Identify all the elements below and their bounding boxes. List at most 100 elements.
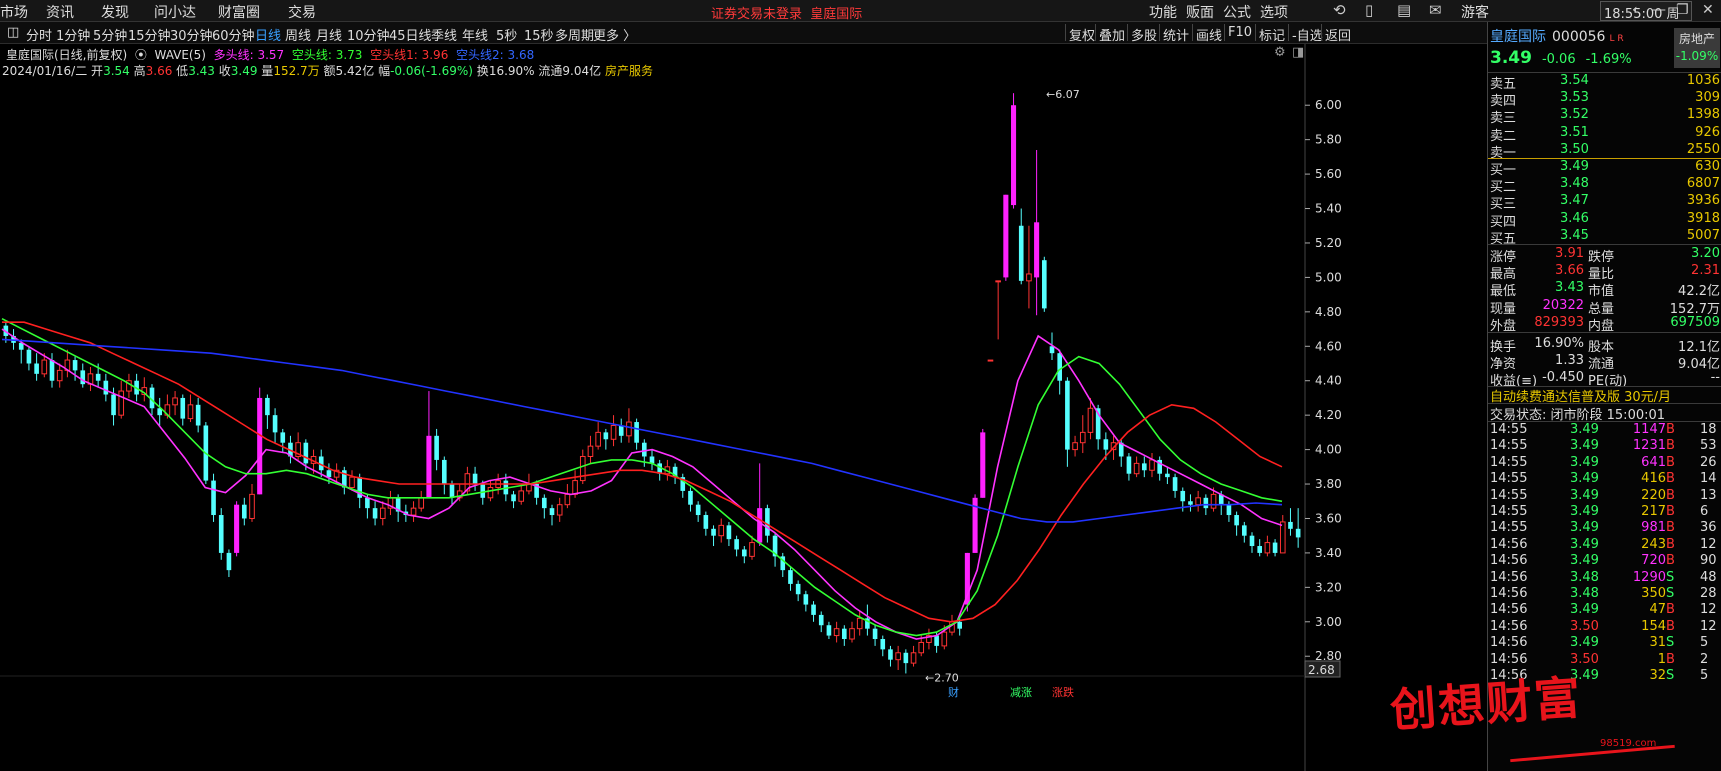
candle-body[interactable]	[272, 415, 278, 433]
candle-body[interactable]	[1133, 462, 1140, 475]
tick-row[interactable]: 14:56 3.48 350 S 28	[1488, 586, 1721, 603]
candle-body[interactable]	[1026, 273, 1032, 282]
kline-chart[interactable]: 6.00 5.80 5.60 5.40 5.20 5.00 4.80 4.60 4.40 4.20…	[0, 44, 1487, 771]
tool-button-4[interactable]: 画线	[1196, 25, 1222, 44]
period-tab-0[interactable]: 分时	[26, 25, 52, 44]
bid-row[interactable]: 买四 3.46 3918	[1488, 211, 1721, 230]
candle-body[interactable]	[888, 649, 893, 660]
candle-body[interactable]	[472, 473, 478, 485]
tick-row[interactable]: 14:55 3.49 1231 B 53	[1488, 438, 1721, 455]
period-tab-13[interactable]: 5秒	[496, 25, 517, 44]
menu-market[interactable]: 市场	[0, 2, 28, 22]
tick-row[interactable]: 14:55 3.49 217 B 6	[1488, 504, 1721, 521]
candle-body[interactable]	[1242, 525, 1247, 536]
candle-body[interactable]	[349, 476, 355, 488]
candle-body[interactable]	[833, 628, 840, 637]
candle-body[interactable]	[634, 422, 639, 443]
candle-body[interactable]	[618, 425, 624, 436]
candle-body[interactable]	[549, 508, 555, 516]
period-tab-2[interactable]: 5分钟	[93, 25, 127, 44]
refresh-icon[interactable]: ⟲	[1333, 1, 1346, 19]
candle-body[interactable]	[172, 397, 178, 406]
candle-body[interactable]	[372, 508, 378, 519]
menu-function[interactable]: 功能	[1149, 2, 1177, 22]
tick-row[interactable]: 14:56 3.48 1290 S 48	[1488, 570, 1721, 587]
candle-body[interactable]	[111, 394, 116, 416]
candle-body[interactable]	[195, 404, 201, 426]
candle-body[interactable]	[518, 490, 525, 502]
candle-body[interactable]	[226, 552, 232, 571]
candle-body[interactable]	[1279, 521, 1286, 554]
candle-body[interactable]	[564, 493, 571, 506]
nav-back-icon[interactable]: ‹	[1632, 2, 1638, 18]
candle-body[interactable]	[1079, 431, 1086, 444]
candle-body[interactable]	[587, 445, 594, 457]
candle-body[interactable]	[1234, 515, 1239, 526]
sidebar-toggle-icon[interactable]: ◫	[7, 25, 19, 40]
tick-row[interactable]: 14:56 3.49 243 B 12	[1488, 537, 1721, 554]
tick-row[interactable]: 14:56 3.50 154 B 12	[1488, 619, 1721, 636]
period-tab-4[interactable]: 30分钟	[170, 25, 213, 44]
period-tab-14[interactable]: 15秒	[524, 25, 554, 44]
subscription-ad[interactable]: 自动续费通达信普及版 30元/月	[1488, 386, 1721, 405]
candle-body[interactable]	[1288, 521, 1293, 529]
candle-body[interactable]	[556, 504, 563, 516]
phone-icon[interactable]: ▯	[1365, 1, 1373, 19]
candle-body[interactable]	[642, 442, 647, 457]
ask-row[interactable]: 卖四 3.53 309	[1488, 90, 1721, 109]
candle-body[interactable]	[1003, 194, 1009, 278]
candle-body[interactable]	[1018, 225, 1024, 281]
candle-body[interactable]	[249, 493, 255, 519]
candle-body[interactable]	[1065, 380, 1070, 450]
stock-name[interactable]: 皇庭国际	[1490, 29, 1546, 45]
candle-body[interactable]	[818, 614, 824, 626]
tool-button-5[interactable]: F10	[1228, 25, 1252, 40]
candle-body[interactable]	[1203, 497, 1209, 509]
candle-body[interactable]	[418, 497, 425, 509]
candle-body[interactable]	[103, 380, 109, 395]
tick-row[interactable]: 14:55 3.49 220 B 13	[1488, 488, 1721, 505]
candle-body[interactable]	[379, 507, 386, 519]
candle-body[interactable]	[934, 635, 939, 646]
candle-body[interactable]	[711, 528, 716, 536]
candle-body[interactable]	[26, 349, 32, 364]
candle-body[interactable]	[365, 497, 370, 509]
candle-body[interactable]	[1180, 490, 1186, 502]
candle-body[interactable]	[688, 490, 693, 505]
menu-wealth-circle[interactable]: 财富圈	[218, 2, 260, 22]
candle-body[interactable]	[595, 431, 601, 447]
candle-body[interactable]	[1210, 493, 1217, 509]
candle-body[interactable]	[803, 594, 809, 605]
candle-body[interactable]	[603, 432, 609, 440]
candle-body[interactable]	[734, 539, 739, 550]
candle-body[interactable]	[918, 641, 925, 654]
period-tab-3[interactable]: 15分钟	[128, 25, 171, 44]
candle-body[interactable]	[749, 542, 755, 557]
candle-body[interactable]	[1011, 105, 1017, 206]
period-tab-6[interactable]: 日线	[255, 25, 281, 44]
period-tab-7[interactable]: 周线	[285, 25, 311, 44]
candle-body[interactable]	[434, 435, 439, 460]
tick-row[interactable]: 14:56 3.49 720 B 90	[1488, 553, 1721, 570]
candle-body[interactable]	[326, 470, 332, 478]
candle-body[interactable]	[856, 617, 863, 630]
candle-body[interactable]	[542, 497, 547, 509]
candle-body[interactable]	[1103, 439, 1109, 450]
candle-body[interactable]	[95, 373, 101, 381]
menu-layout[interactable]: 贩面	[1186, 2, 1214, 22]
candle-body[interactable]	[511, 494, 516, 502]
candle-body[interactable]	[265, 397, 270, 416]
candle-body[interactable]	[1272, 542, 1278, 553]
period-tab-15[interactable]: 多周期	[555, 25, 594, 44]
user-guest[interactable]: 游客	[1461, 2, 1489, 22]
menu-discover[interactable]: 发现	[101, 2, 129, 22]
candle-body[interactable]	[49, 360, 55, 381]
candle-body[interactable]	[1072, 442, 1078, 451]
candle-body[interactable]	[410, 507, 417, 516]
tick-row[interactable]: 14:56 3.49 47 B 12	[1488, 602, 1721, 619]
period-tab-5[interactable]: 60分钟	[212, 25, 255, 44]
candle-body[interactable]	[1149, 459, 1155, 471]
candle-body[interactable]	[72, 360, 78, 371]
candle-body[interactable]	[995, 280, 1001, 283]
candle-body[interactable]	[1249, 535, 1255, 547]
